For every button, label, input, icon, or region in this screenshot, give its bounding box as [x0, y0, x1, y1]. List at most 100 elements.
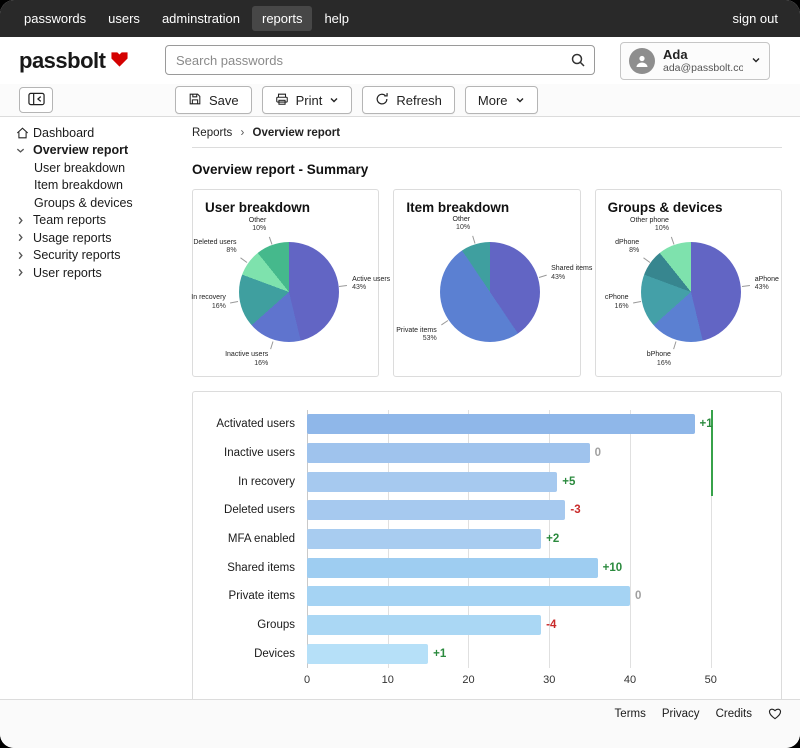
- bar-track: 0: [307, 442, 743, 463]
- pie-slice-label: Other 10%: [248, 216, 267, 233]
- print-icon: [275, 92, 289, 109]
- topnav-item-help[interactable]: help: [314, 6, 359, 31]
- bar-rows: Activated users +1 Inactive users 0 In recov…: [207, 410, 743, 668]
- refresh-button-label: Refresh: [396, 92, 442, 108]
- bar-row-inactive-users: Inactive users 0: [207, 439, 743, 468]
- pie-card-title: Item breakdown: [406, 200, 510, 215]
- bar-track: +5: [307, 471, 743, 492]
- bar-delta-label: +2: [546, 532, 560, 545]
- pie-chart-user-breakdown: Active users 43% Inactive users 16% In recov…: [191, 215, 390, 367]
- main-content: Reports › Overview report Overview repor…: [174, 117, 800, 699]
- more-button[interactable]: More: [464, 86, 538, 114]
- bar-row-groups: Groups -4: [207, 611, 743, 640]
- topnav-item-reports[interactable]: reports: [251, 6, 313, 31]
- search-input[interactable]: [165, 45, 595, 75]
- x-tick-label: 30: [543, 674, 556, 686]
- bar-track: 0: [307, 586, 743, 607]
- bar-delta-label: +10: [602, 561, 623, 574]
- save-icon: [188, 92, 202, 109]
- sidebar-item-label: Usage reports: [33, 230, 112, 245]
- bar-category-label: MFA enabled: [227, 532, 295, 545]
- collapse-sidebar-button[interactable]: [19, 87, 53, 113]
- bar: [307, 471, 558, 492]
- profile-card[interactable]: Ada ada@passbolt.com: [620, 42, 770, 80]
- pie-leader-line: [741, 285, 750, 287]
- sidebar-item-security-reports[interactable]: Security reports: [0, 247, 174, 265]
- sidebar-item-label: Dashboard: [33, 125, 95, 140]
- pie-card-title: User breakdown: [205, 200, 311, 215]
- toolbar-buttons: Save Print Refresh More: [175, 86, 538, 114]
- heart-icon[interactable]: [768, 707, 782, 720]
- pie-card-title: Groups & devices: [607, 200, 723, 215]
- sidebar-item-item-breakdown[interactable]: Item breakdown: [0, 177, 174, 195]
- bar-track: +2: [307, 528, 743, 549]
- app-window: passwords users adminstration reports help s…: [0, 0, 800, 748]
- pie-slice-label: Inactive users 16%: [225, 351, 269, 367]
- toolbar: Save Print Refresh More: [0, 84, 800, 117]
- print-button[interactable]: Print: [261, 86, 353, 114]
- sidebar-item-dashboard[interactable]: Dashboard: [0, 124, 174, 142]
- bar: [307, 528, 542, 549]
- chevron-right-icon: [16, 268, 33, 277]
- top-navigation: passwords users adminstration reports help s…: [0, 0, 800, 37]
- sidebar-item-team-reports[interactable]: Team reports: [0, 212, 174, 230]
- pie-slice-label: In recovery 16%: [191, 294, 226, 311]
- chevron-down-icon: [16, 146, 33, 155]
- breadcrumb-reports[interactable]: Reports: [192, 127, 232, 139]
- bar-track: -3: [307, 500, 743, 521]
- breadcrumb-current: Overview report: [252, 127, 341, 139]
- topnav-item-users[interactable]: users: [98, 6, 150, 31]
- bar-category-label: Activated users: [216, 418, 295, 431]
- bar-category-label: Groups: [257, 618, 295, 631]
- pie-slice-label: Shared items 43%: [551, 264, 593, 281]
- pie-cards-row: User breakdown Active users 43% Inactive u…: [191, 189, 782, 377]
- sidebar-item-user-reports[interactable]: User reports: [0, 264, 174, 282]
- footer-link-privacy[interactable]: Privacy: [662, 708, 700, 720]
- topnav-item-passwords[interactable]: passwords: [14, 6, 96, 31]
- bar-delta-label: +5: [562, 475, 576, 488]
- breadcrumb-separator: ›: [240, 127, 245, 139]
- footer-link-credits[interactable]: Credits: [716, 708, 752, 720]
- avatar: [629, 48, 655, 74]
- topnav-item-adminstration[interactable]: adminstration: [152, 6, 250, 31]
- save-button-label: Save: [209, 92, 239, 108]
- refresh-button[interactable]: Refresh: [362, 86, 455, 114]
- pie-leader-line: [240, 257, 248, 264]
- sidebar-item-overview-report[interactable]: Overview report: [0, 142, 174, 160]
- x-tick-label: 50: [704, 674, 717, 686]
- sidebar-item-label: User reports: [33, 265, 102, 280]
- sidebar-item-usage-reports[interactable]: Usage reports: [0, 229, 174, 247]
- save-button[interactable]: Save: [175, 86, 252, 114]
- sidebar-item-user-breakdown[interactable]: User breakdown: [0, 159, 174, 177]
- bar-category-label: Devices: [254, 647, 295, 660]
- bar-chart: Activated users +1 Inactive users 0 In recov…: [207, 402, 767, 694]
- bar-category-label: Shared items: [227, 561, 295, 574]
- pie-slice-label: Active users 43%: [352, 275, 391, 292]
- user-name: Ada: [663, 46, 688, 62]
- home-icon: [16, 127, 33, 139]
- pie-slice-label: Deleted users 8%: [193, 238, 237, 255]
- bar: [307, 442, 590, 463]
- pie-leader-line: [440, 320, 448, 326]
- bar: [307, 643, 429, 664]
- chevron-right-icon: [16, 233, 33, 242]
- page-title: Overview report - Summary: [192, 162, 369, 177]
- sign-out-link[interactable]: sign out: [722, 6, 788, 31]
- search-box: [165, 45, 595, 75]
- sidebar-item-groups-devices[interactable]: Groups & devices: [0, 194, 174, 212]
- pie-leader-line: [339, 285, 348, 287]
- bar-track: +1: [307, 414, 743, 435]
- bar: [307, 557, 598, 578]
- logo[interactable]: passbolt: [19, 48, 129, 74]
- pie-card-item-breakdown: Item breakdown Shared items 43% Private it…: [393, 189, 592, 377]
- bar-row-activated-users: Activated users +1: [207, 410, 743, 439]
- bar: [307, 614, 542, 635]
- pie-slice-label: Other phone 10%: [630, 216, 669, 233]
- pie-leader-line: [270, 341, 274, 349]
- footer-link-terms[interactable]: Terms: [615, 708, 646, 720]
- pie-leader-line: [643, 257, 651, 264]
- bar-category-label: In recovery: [238, 475, 295, 488]
- pie-leader-line: [230, 301, 239, 304]
- sidebar-tree: Dashboard Overview report User breakdown It…: [0, 124, 174, 282]
- bar-row-shared-items: Shared items +10: [207, 553, 743, 582]
